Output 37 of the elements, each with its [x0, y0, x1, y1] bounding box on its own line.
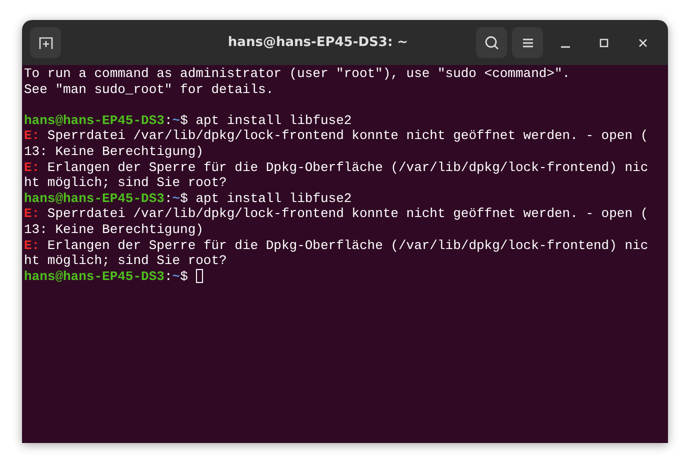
error-message: Sperrdatei /var/lib/dpkg/lock-frontend konnte nicht geöffnet werden. - open ( [47, 206, 648, 222]
terminal-line: 13: Keine Berechtigung) [24, 144, 204, 159]
error-prefix: E: [24, 160, 40, 175]
prompt-path: ~ [172, 190, 180, 206]
close-icon [637, 36, 649, 48]
error-prefix: E: [24, 128, 40, 144]
error-prefix: E: [24, 206, 40, 222]
prompt-user: hans@hans-EP45-DS3 [24, 268, 164, 284]
prompt-separator: : [164, 190, 172, 206]
error-message: Erlangen der Sperre für die Dpkg-Oberfläche (/var/lib/dpkg/lock-frontend) nic [47, 160, 648, 175]
prompt-separator: : [164, 112, 172, 128]
prompt-symbol: $ [180, 190, 188, 206]
terminal-line: ht möglich; sind Sie root? [24, 175, 227, 190]
error-prefix: E: [24, 238, 40, 253]
error-message: Sperrdatei /var/lib/dpkg/lock-frontend konnte nicht geöffnet werden. - open ( [47, 128, 648, 144]
window-title: hans@hans-EP45-DS3: ~ [226, 35, 410, 50]
prompt-symbol: $ [180, 268, 188, 284]
new-tab-button[interactable] [30, 27, 61, 58]
terminal-line: 13: Keine Berechtigung) [24, 222, 204, 237]
command-text: apt install libfuse2 [196, 112, 352, 128]
new-tab-icon [38, 34, 54, 50]
search-icon [484, 34, 500, 50]
terminal-line: See "man sudo_root" for details. [24, 82, 274, 97]
prompt-user: hans@hans-EP45-DS3 [24, 112, 164, 128]
search-button[interactable] [476, 27, 507, 58]
terminal-line: ht möglich; sind Sie root? [24, 253, 227, 268]
prompt-symbol: $ [180, 112, 188, 128]
prompt-path: ~ [172, 112, 180, 128]
maximize-icon [598, 36, 610, 48]
command-text: apt install libfuse2 [196, 190, 352, 206]
prompt-separator: : [164, 268, 172, 284]
prompt-user: hans@hans-EP45-DS3 [24, 190, 164, 206]
terminal-line: To run a command as administrator (user "root"), use "sudo <command>". [24, 66, 570, 81]
prompt-path: ~ [172, 268, 180, 284]
menu-button[interactable] [512, 27, 543, 58]
minimize-icon [560, 46, 570, 48]
error-message: Erlangen der Sperre für die Dpkg-Oberfläche (/var/lib/dpkg/lock-frontend) nic [47, 238, 648, 253]
